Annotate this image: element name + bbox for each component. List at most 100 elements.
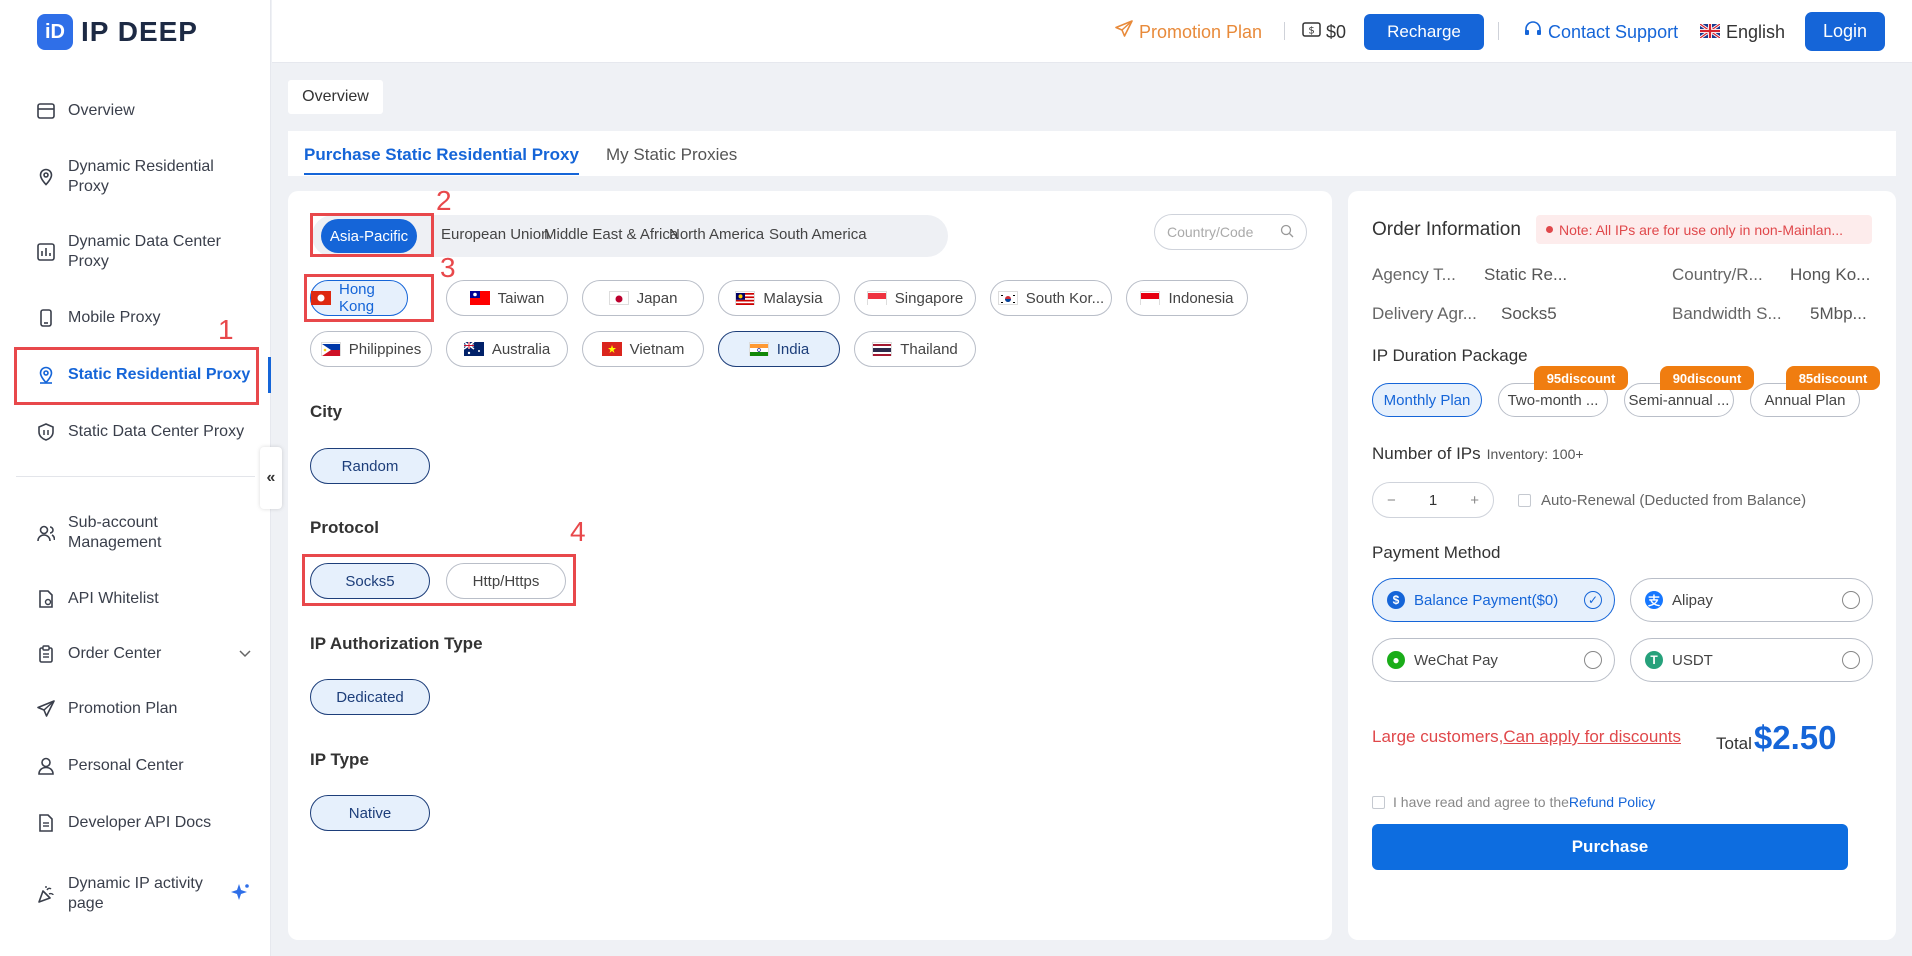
ip-auth-title: IP Authorization Type <box>310 634 483 653</box>
number-of-ips-section: Number of IPs Inventory: 100+ <box>1372 444 1584 464</box>
check-circle-icon[interactable]: ✓ <box>1584 591 1602 609</box>
discount-badge-90: 90discount <box>1660 366 1754 390</box>
country-chip-singapore[interactable]: Singapore <box>854 280 976 316</box>
country-chip-australia[interactable]: Australia <box>446 331 568 367</box>
payment-label: WeChat Pay <box>1414 651 1498 669</box>
recharge-button[interactable]: Recharge <box>1364 14 1484 50</box>
purchase-button[interactable]: Purchase <box>1372 824 1848 870</box>
sidebar-item-static-datacenter[interactable]: Static Data Center Proxy <box>36 422 251 442</box>
logo-icon: iD <box>37 14 73 50</box>
header-divider <box>1498 22 1499 40</box>
wechat-icon: ● <box>1387 651 1405 669</box>
party-icon <box>36 884 56 904</box>
plus-icon[interactable]: + <box>1470 492 1479 509</box>
sidebar-item-order-center[interactable]: Order Center <box>36 644 251 664</box>
country-chip-japan[interactable]: Japan <box>582 280 704 316</box>
country-chip-south-korea[interactable]: South Kor... <box>990 280 1112 316</box>
top-header: Promotion Plan $ $0 Recharge Contact Sup… <box>272 0 1912 63</box>
language-label: English <box>1726 22 1786 42</box>
contact-support-link[interactable]: Contact Support <box>1524 20 1678 44</box>
svg-text:$: $ <box>1308 26 1314 37</box>
country-chip-philippines[interactable]: Philippines <box>310 331 432 367</box>
tab-my-static-proxies[interactable]: My Static Proxies <box>606 145 737 165</box>
minus-icon[interactable]: − <box>1387 492 1396 509</box>
balance-value: $0 <box>1326 22 1347 42</box>
sidebar-item-developer-docs[interactable]: Developer API Docs <box>36 813 251 833</box>
info-country-key: Country/R... <box>1672 265 1763 284</box>
order-panel: Order Information Note: All IPs are for … <box>1348 191 1896 940</box>
annotation-number-3: 3 <box>440 252 456 283</box>
annotation-box-4 <box>302 554 576 606</box>
info-country-value: Hong Ko... <box>1790 265 1871 284</box>
tab-purchase-static-residential[interactable]: Purchase Static Residential Proxy <box>304 145 579 175</box>
sidebar-item-dynamic-datacenter[interactable]: Dynamic Data Center Proxy <box>36 232 251 272</box>
brand-name: IP DEEP <box>81 16 198 47</box>
file-icon <box>36 589 56 609</box>
doc-icon <box>36 813 56 833</box>
auto-renewal-label: Auto-Renewal (Deducted from Balance) <box>1541 492 1807 509</box>
users-icon <box>36 523 56 543</box>
duration-title: IP Duration Package <box>1372 346 1528 365</box>
country-chip-indonesia[interactable]: Indonesia <box>1126 280 1248 316</box>
number-of-ips-title: Number of IPs <box>1372 444 1481 463</box>
brand-logo[interactable]: iD IP DEEP <box>37 14 198 50</box>
country-label: Vietnam <box>629 340 685 358</box>
collapse-sidebar-button[interactable]: « <box>260 447 282 509</box>
login-button[interactable]: Login <box>1805 12 1885 51</box>
region-middle-east-africa[interactable]: Middle East & Africa <box>544 226 678 243</box>
country-chip-taiwan[interactable]: Taiwan <box>446 280 568 316</box>
refund-policy-link[interactable]: Refund Policy <box>1569 794 1655 810</box>
radio-button[interactable] <box>1842 651 1860 669</box>
nav-divider <box>16 476 255 477</box>
ip-quantity-stepper[interactable]: − 1 + <box>1372 482 1494 518</box>
page-tabs: Purchase Static Residential Proxy My Sta… <box>288 131 1896 176</box>
search-icon <box>1280 224 1294 241</box>
country-search-input[interactable]: Country/Code <box>1154 214 1307 250</box>
sidebar-item-dynamic-ip-activity[interactable]: Dynamic IP activity page <box>36 874 251 914</box>
payment-balance[interactable]: $ Balance Payment($0) ✓ <box>1372 578 1615 622</box>
plan-monthly[interactable]: Monthly Plan <box>1372 383 1482 417</box>
region-european-union[interactable]: European Union <box>441 226 549 243</box>
balance-display: $ $0 <box>1302 20 1346 44</box>
promotion-plan-label: Promotion Plan <box>1139 22 1263 42</box>
contact-support-label: Contact Support <box>1548 22 1679 42</box>
promotion-plan-link[interactable]: Promotion Plan <box>1115 20 1262 44</box>
discount-apply-link[interactable]: Can apply for discounts <box>1503 727 1681 746</box>
radio-button[interactable] <box>1842 591 1860 609</box>
ip-type-option-native[interactable]: Native <box>310 795 430 831</box>
agree-checkbox[interactable] <box>1372 795 1385 809</box>
payment-label: USDT <box>1672 651 1713 669</box>
india-flag-icon <box>748 342 769 356</box>
sidebar-item-personal-center[interactable]: Personal Center <box>36 756 251 776</box>
sidebar-item-subaccount[interactable]: Sub-account Management <box>36 513 251 553</box>
annotation-number-4: 4 <box>570 516 586 547</box>
info-bandwidth-value: 5Mbp... <box>1810 304 1867 323</box>
total-price: Total $2.50 <box>1716 719 1837 757</box>
discount-badge-95: 95discount <box>1534 366 1628 390</box>
breadcrumb-tab-overview[interactable]: Overview <box>288 80 383 114</box>
country-chip-malaysia[interactable]: Malaysia <box>718 280 840 316</box>
country-chip-thailand[interactable]: Thailand <box>854 331 976 367</box>
order-title: Order Information <box>1372 219 1521 240</box>
ip-auth-option-dedicated[interactable]: Dedicated <box>310 679 430 715</box>
payment-usdt[interactable]: T USDT <box>1630 638 1873 682</box>
sidebar-item-promotion-plan[interactable]: Promotion Plan <box>36 699 251 719</box>
city-option-random[interactable]: Random <box>310 448 430 484</box>
auto-renewal-option[interactable]: Auto-Renewal (Deducted from Balance) <box>1518 492 1806 509</box>
thailand-flag-icon <box>872 342 893 356</box>
country-chip-vietnam[interactable]: Vietnam <box>582 331 704 367</box>
region-north-america[interactable]: North America <box>669 226 764 243</box>
payment-alipay[interactable]: 支 Alipay <box>1630 578 1873 622</box>
language-selector[interactable]: English <box>1699 20 1786 44</box>
country-chip-india[interactable]: India <box>718 331 840 367</box>
sidebar-item-dynamic-residential[interactable]: Dynamic Residential Proxy <box>36 157 251 197</box>
refund-agreement[interactable]: I have read and agree to theRefund Polic… <box>1372 794 1655 810</box>
radio-button[interactable] <box>1584 651 1602 669</box>
payment-wechat[interactable]: ● WeChat Pay <box>1372 638 1615 682</box>
auto-renewal-checkbox[interactable] <box>1518 494 1531 507</box>
sidebar-item-overview[interactable]: Overview <box>36 101 251 121</box>
vietnam-flag-icon <box>601 342 622 356</box>
region-south-america[interactable]: South America <box>769 226 867 243</box>
sidebar-item-api-whitelist[interactable]: API Whitelist <box>36 589 251 609</box>
ip-quantity-value[interactable]: 1 <box>1429 492 1437 509</box>
